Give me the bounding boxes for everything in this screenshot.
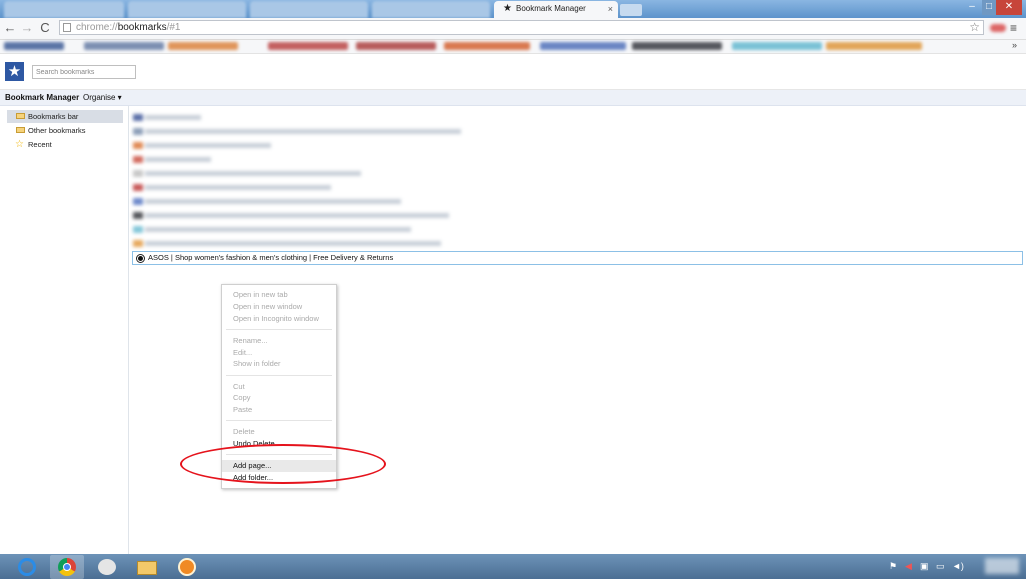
manager-title-bar (0, 90, 1026, 106)
more-bookmarks-icon[interactable]: » (1012, 40, 1017, 50)
list-item[interactable] (133, 226, 413, 233)
toolbar: ← → C chrome://bookmarks/#1 ☆ (0, 18, 1026, 40)
bookmark-chip[interactable] (168, 42, 238, 50)
back-icon[interactable]: ← (3, 20, 17, 36)
menu-item-open-new-window[interactable]: Open in new window (233, 301, 302, 313)
monitor-icon[interactable]: ▭ (936, 561, 945, 572)
menu-separator (226, 375, 332, 376)
extension-icon[interactable] (990, 24, 1006, 32)
page-title: Bookmark Manager (5, 93, 80, 102)
tree-item-recent[interactable]: ☆ Recent (7, 138, 123, 151)
bookmark-chip[interactable] (632, 42, 722, 50)
chrome-menu-icon[interactable]: ≡ (1010, 21, 1022, 35)
folder-icon (16, 127, 25, 133)
asos-favicon-icon (136, 254, 145, 263)
bookmarks-bar: » (0, 40, 1026, 54)
bookmark-chip[interactable] (732, 42, 822, 50)
clock[interactable] (985, 558, 1019, 574)
chrome-icon[interactable] (50, 555, 84, 579)
menu-item-open-incognito[interactable]: Open in Incognito window (233, 313, 319, 325)
list-item[interactable] (133, 170, 363, 177)
folder-icon (16, 113, 25, 119)
tab-blurred-3[interactable] (250, 1, 368, 18)
tree-item-label: Bookmarks bar (28, 112, 79, 121)
explorer-logo-icon[interactable] (90, 555, 124, 579)
tab-close-icon[interactable]: × (608, 1, 613, 17)
manager-header (0, 57, 1026, 90)
bookmark-star-outline-icon[interactable]: ☆ (969, 21, 980, 34)
menu-separator (226, 329, 332, 330)
list-item[interactable] (133, 142, 273, 149)
organise-menu-button[interactable]: Organise ▾ (83, 93, 122, 102)
list-item[interactable] (133, 128, 463, 135)
close-window-button[interactable]: ✕ (996, 0, 1022, 15)
bookmark-chip[interactable] (444, 42, 530, 50)
tab-blurred-2[interactable] (128, 1, 246, 18)
page-icon (63, 23, 71, 32)
tab-blurred-1[interactable] (4, 1, 124, 18)
tree-item-label: Other bookmarks (28, 126, 86, 135)
flag-icon[interactable]: ⚑ (889, 561, 897, 572)
list-item[interactable] (133, 184, 333, 191)
menu-item-rename[interactable]: Rename... (233, 335, 268, 347)
bookmark-chip[interactable] (268, 42, 348, 50)
search-input[interactable] (32, 65, 136, 79)
bookmark-chip[interactable] (4, 42, 64, 50)
menu-item-paste[interactable]: Paste (233, 404, 252, 416)
recent-star-icon: ☆ (15, 139, 24, 150)
forward-icon[interactable]: → (20, 20, 34, 36)
tab-title: Bookmark Manager (516, 4, 586, 13)
address-bar[interactable]: chrome://bookmarks/#1 ☆ (59, 20, 984, 35)
list-item[interactable] (133, 212, 451, 219)
menu-item-delete[interactable]: Delete (233, 426, 255, 438)
file-explorer-icon[interactable] (130, 555, 164, 579)
new-tab-button[interactable] (620, 4, 642, 16)
list-item[interactable] (133, 156, 213, 163)
list-item[interactable] (133, 114, 203, 121)
tree-item-bookmarks-bar[interactable]: Bookmarks bar (7, 110, 123, 123)
firefox-icon[interactable] (170, 555, 204, 579)
list-item[interactable] (133, 240, 443, 247)
bookmark-star-icon: ★ (503, 3, 512, 14)
bookmark-chip[interactable] (540, 42, 626, 50)
volume-icon[interactable]: ◄) (952, 561, 964, 571)
tree-item-label: Recent (28, 140, 52, 149)
reload-icon[interactable]: C (38, 20, 52, 36)
tree-divider[interactable] (128, 106, 129, 554)
url-text: chrome://bookmarks/#1 (76, 22, 181, 33)
tab-blurred-4[interactable] (372, 1, 490, 18)
bookmark-manager-logo-icon: ★ (5, 62, 24, 81)
menu-item-open-new-tab[interactable]: Open in new tab (233, 289, 288, 301)
bookmark-chip[interactable] (826, 42, 922, 50)
menu-item-copy[interactable]: Copy (233, 392, 251, 404)
tree-item-other-bookmarks[interactable]: Other bookmarks (7, 124, 123, 137)
list-item-title: ASOS | Shop women's fashion & men's clot… (148, 253, 394, 262)
menu-separator (226, 420, 332, 421)
list-item[interactable] (133, 198, 403, 205)
minimize-button[interactable]: – (962, 0, 982, 15)
tab-bookmark-manager[interactable]: ★ Bookmark Manager × (494, 1, 618, 18)
bookmark-chip[interactable] (84, 42, 164, 50)
menu-item-show-in-folder[interactable]: Show in folder (233, 358, 281, 370)
bookmark-chip[interactable] (356, 42, 436, 50)
annotation-circle (180, 444, 386, 484)
maximize-button[interactable]: □ (982, 0, 996, 15)
ie-icon[interactable] (10, 555, 44, 579)
network-icon[interactable]: ▣ (920, 561, 929, 572)
alert-icon[interactable]: ◀ (905, 561, 912, 572)
